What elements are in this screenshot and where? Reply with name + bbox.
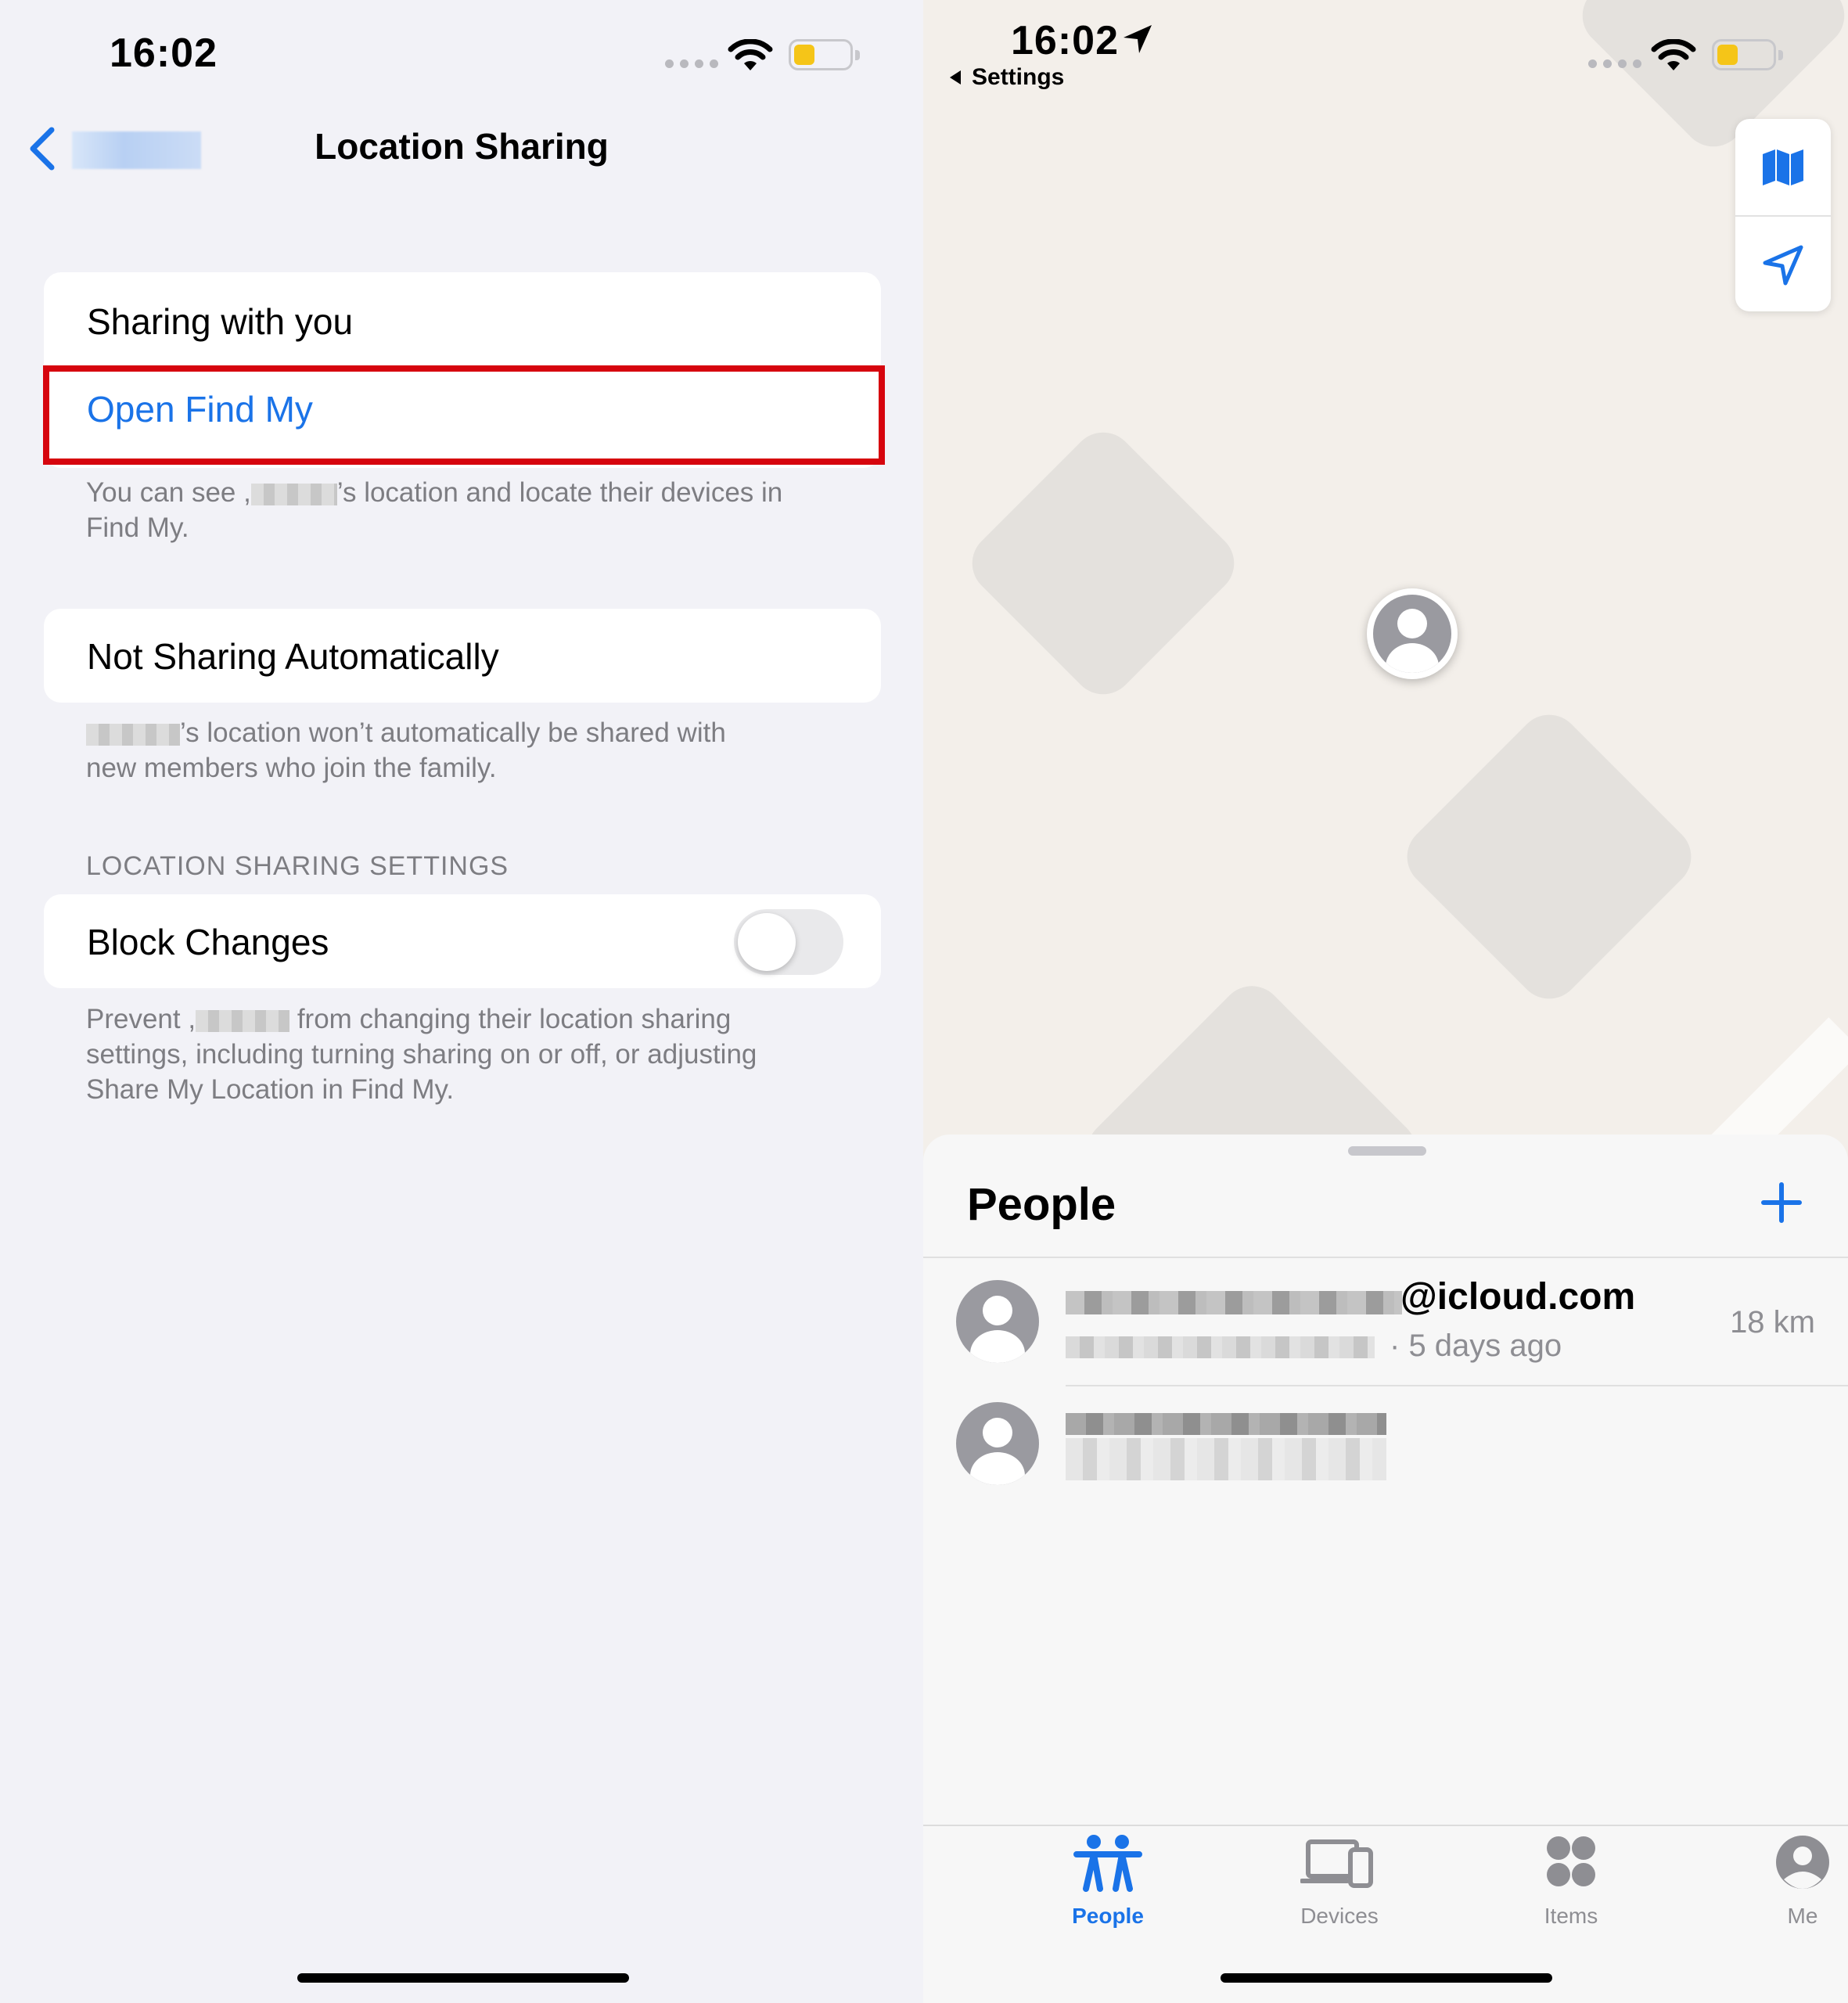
- wifi-icon: [728, 39, 773, 70]
- not-sharing-label: Not Sharing Automatically: [87, 636, 499, 677]
- block-changes-toggle[interactable]: [734, 909, 843, 975]
- footnote-text: Share My Location in Find My.: [86, 1074, 455, 1105]
- battery-icon: [789, 39, 860, 70]
- redacted-name: [1066, 1291, 1402, 1314]
- redacted-location: [1066, 1438, 1386, 1480]
- home-indicator: [1221, 1973, 1552, 1983]
- footnote-text: Find My.: [86, 512, 189, 543]
- map-controls: [1735, 119, 1831, 311]
- redacted-name: [250, 483, 337, 505]
- redacted-name: [1066, 1413, 1386, 1435]
- wifi-icon: [1651, 39, 1696, 70]
- map-block: [1394, 702, 1704, 1012]
- sharing-footnote: You can see , ’s location and locate thei…: [86, 475, 868, 545]
- sheet-grabber[interactable]: [1348, 1146, 1426, 1156]
- last-seen-text: 5 days ago: [1408, 1329, 1562, 1363]
- footnote-text: ’s location won’t automatically be share…: [180, 717, 726, 748]
- footnote-text: Prevent ,: [86, 1004, 196, 1034]
- person-row[interactable]: @icloud.com · 5 days ago 18 km: [923, 1258, 1848, 1391]
- tab-label: Devices: [1300, 1904, 1379, 1928]
- sheet-title: People: [967, 1179, 1116, 1230]
- avatar: [956, 1280, 1039, 1363]
- footnote-text: ’s location and locate their devices in: [336, 477, 783, 508]
- tab-me[interactable]: Me: [1732, 1834, 1848, 1929]
- items-icon: [1547, 1836, 1595, 1886]
- status-time: 16:02: [1011, 18, 1119, 63]
- person-distance: 18 km: [1730, 1305, 1815, 1340]
- add-person-icon[interactable]: [1760, 1181, 1803, 1224]
- not-sharing-footnote: ’s location won’t automatically be share…: [86, 715, 868, 786]
- back-triangle-icon: [950, 70, 961, 85]
- me-icon: [1776, 1836, 1829, 1889]
- tab-devices[interactable]: Devices: [1269, 1834, 1410, 1929]
- people-icon: [1073, 1835, 1142, 1892]
- person-email-suffix: @icloud.com: [1400, 1276, 1636, 1318]
- redacted-name: [196, 1009, 290, 1032]
- map-mode-icon[interactable]: [1761, 148, 1805, 187]
- status-time: 16:02: [110, 31, 218, 76]
- tab-people[interactable]: People: [1037, 1834, 1178, 1929]
- tab-label: People: [1072, 1904, 1144, 1928]
- tab-label: Me: [1787, 1904, 1818, 1928]
- highlight-box: [43, 365, 885, 465]
- person-row[interactable]: [923, 1386, 1848, 1519]
- not-sharing-card: Not Sharing Automatically: [44, 609, 881, 703]
- cellular-signal-icon: [1588, 59, 1641, 68]
- cellular-signal-icon: [665, 59, 718, 68]
- back-to-settings-link[interactable]: Settings: [947, 64, 1064, 91]
- person-map-pin[interactable]: [1367, 588, 1458, 679]
- current-location-icon[interactable]: [1762, 244, 1804, 286]
- page-title: Location Sharing: [315, 126, 609, 167]
- battery-icon: [1712, 39, 1783, 70]
- footnote-text: new members who join the family.: [86, 753, 497, 783]
- section-header: LOCATION SHARING SETTINGS: [86, 851, 509, 881]
- location-arrow-icon: [1124, 25, 1152, 53]
- map-block: [959, 419, 1247, 707]
- footnote-text: settings, including turning sharing on o…: [86, 1039, 757, 1070]
- block-changes-label: Block Changes: [87, 922, 329, 962]
- back-app-label: Settings: [972, 64, 1065, 90]
- tab-label: Items: [1544, 1904, 1598, 1928]
- location-sharing-screen: 16:02 Location Sharing Sharing with you …: [0, 0, 923, 2003]
- block-changes-footnote: Prevent , from changing their location s…: [86, 1002, 868, 1107]
- footnote-text: from changing their location sharing: [297, 1004, 732, 1034]
- person-last-seen: · 5 days ago: [1390, 1329, 1562, 1363]
- devices-icon: [1300, 1839, 1373, 1888]
- avatar: [956, 1402, 1039, 1485]
- redacted-name: [86, 723, 180, 746]
- tab-items[interactable]: Items: [1501, 1834, 1641, 1929]
- find-my-screen: 16:02 Settings People @icloud.com · 5 da…: [923, 0, 1848, 2003]
- sharing-with-you-label: Sharing with you: [87, 301, 354, 342]
- home-indicator: [297, 1973, 629, 1983]
- footnote-text: You can see ,: [86, 477, 251, 508]
- redacted-location: [1066, 1336, 1375, 1358]
